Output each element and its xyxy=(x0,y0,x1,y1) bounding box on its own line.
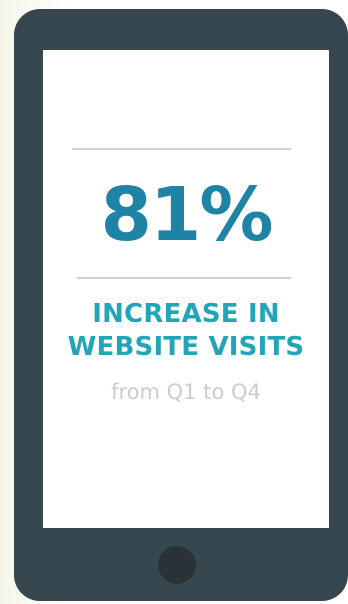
stat-subline: from Q1 to Q4 xyxy=(111,380,261,404)
home-button-icon xyxy=(158,546,196,584)
stat-value: 81% xyxy=(100,172,273,258)
top-divider xyxy=(72,148,291,150)
stat-headline: INCREASE IN WEBSITE VISITS xyxy=(43,298,329,364)
phone-screen: 81% INCREASE IN WEBSITE VISITS from Q1 t… xyxy=(43,50,329,528)
phone-frame: 81% INCREASE IN WEBSITE VISITS from Q1 t… xyxy=(14,9,348,601)
bottom-divider xyxy=(77,277,291,279)
headline-line-2: WEBSITE VISITS xyxy=(67,332,305,362)
headline-line-1: INCREASE IN xyxy=(92,299,280,329)
